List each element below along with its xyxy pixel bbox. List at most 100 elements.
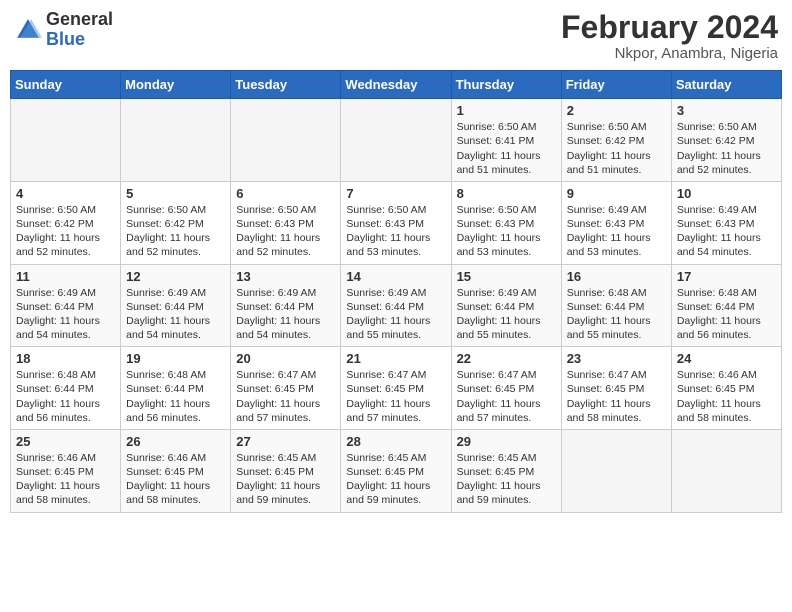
day-number: 12 <box>126 269 225 284</box>
day-info: Sunrise: 6:50 AM Sunset: 6:41 PM Dayligh… <box>457 120 556 177</box>
day-number: 20 <box>236 351 335 366</box>
calendar-cell <box>121 99 231 182</box>
day-number: 8 <box>457 186 556 201</box>
day-info: Sunrise: 6:46 AM Sunset: 6:45 PM Dayligh… <box>126 451 225 508</box>
day-number: 7 <box>346 186 445 201</box>
calendar-title: February 2024 <box>561 10 778 45</box>
day-number: 16 <box>567 269 666 284</box>
day-info: Sunrise: 6:50 AM Sunset: 6:43 PM Dayligh… <box>236 203 335 260</box>
day-info: Sunrise: 6:49 AM Sunset: 6:43 PM Dayligh… <box>567 203 666 260</box>
weekday-header-sunday: Sunday <box>11 71 121 99</box>
day-number: 23 <box>567 351 666 366</box>
weekday-header-wednesday: Wednesday <box>341 71 451 99</box>
day-number: 4 <box>16 186 115 201</box>
day-number: 27 <box>236 434 335 449</box>
calendar-cell <box>341 99 451 182</box>
day-number: 3 <box>677 103 776 118</box>
weekday-header-monday: Monday <box>121 71 231 99</box>
weekday-header-row: SundayMondayTuesdayWednesdayThursdayFrid… <box>11 71 782 99</box>
day-number: 2 <box>567 103 666 118</box>
week-row-2: 4 Sunrise: 6:50 AM Sunset: 6:42 PM Daylig… <box>11 181 782 264</box>
calendar-cell: 15 Sunrise: 6:49 AM Sunset: 6:44 PM Dayli… <box>451 264 561 347</box>
day-number: 24 <box>677 351 776 366</box>
calendar-cell <box>11 99 121 182</box>
calendar-table: SundayMondayTuesdayWednesdayThursdayFrid… <box>10 70 782 512</box>
day-info: Sunrise: 6:49 AM Sunset: 6:44 PM Dayligh… <box>16 286 115 343</box>
day-info: Sunrise: 6:48 AM Sunset: 6:44 PM Dayligh… <box>677 286 776 343</box>
day-number: 14 <box>346 269 445 284</box>
day-info: Sunrise: 6:47 AM Sunset: 6:45 PM Dayligh… <box>457 368 556 425</box>
calendar-cell: 5 Sunrise: 6:50 AM Sunset: 6:42 PM Daylig… <box>121 181 231 264</box>
day-info: Sunrise: 6:48 AM Sunset: 6:44 PM Dayligh… <box>126 368 225 425</box>
day-info: Sunrise: 6:49 AM Sunset: 6:43 PM Dayligh… <box>677 203 776 260</box>
logo: General Blue <box>14 10 113 50</box>
title-section: February 2024 Nkpor, Anambra, Nigeria <box>561 10 778 62</box>
day-number: 21 <box>346 351 445 366</box>
weekday-header-saturday: Saturday <box>671 71 781 99</box>
day-info: Sunrise: 6:50 AM Sunset: 6:42 PM Dayligh… <box>126 203 225 260</box>
logo-icon <box>14 16 42 44</box>
calendar-cell: 8 Sunrise: 6:50 AM Sunset: 6:43 PM Daylig… <box>451 181 561 264</box>
calendar-cell: 27Sunrise: 6:45 AM Sunset: 6:45 PM Dayli… <box>231 429 341 512</box>
calendar-cell: 17 Sunrise: 6:48 AM Sunset: 6:44 PM Dayli… <box>671 264 781 347</box>
day-number: 5 <box>126 186 225 201</box>
calendar-cell: 13 Sunrise: 6:49 AM Sunset: 6:44 PM Dayli… <box>231 264 341 347</box>
day-info: Sunrise: 6:49 AM Sunset: 6:44 PM Dayligh… <box>457 286 556 343</box>
day-number: 13 <box>236 269 335 284</box>
calendar-cell <box>231 99 341 182</box>
calendar-cell: 14 Sunrise: 6:49 AM Sunset: 6:44 PM Dayli… <box>341 264 451 347</box>
day-number: 1 <box>457 103 556 118</box>
day-number: 19 <box>126 351 225 366</box>
calendar-cell: 28 Sunrise: 6:45 AM Sunset: 6:45 PM Dayli… <box>341 429 451 512</box>
day-info: Sunrise: 6:47 AM Sunset: 6:45 PM Dayligh… <box>236 368 335 425</box>
day-number: 10 <box>677 186 776 201</box>
week-row-4: 18Sunrise: 6:48 AM Sunset: 6:44 PM Dayli… <box>11 347 782 430</box>
day-info: Sunrise: 6:49 AM Sunset: 6:44 PM Dayligh… <box>346 286 445 343</box>
calendar-subtitle: Nkpor, Anambra, Nigeria <box>561 45 778 62</box>
day-number: 29 <box>457 434 556 449</box>
day-number: 6 <box>236 186 335 201</box>
calendar-cell: 4Sunrise: 6:50 AM Sunset: 6:42 PM Daylig… <box>11 181 121 264</box>
calendar-cell: 12 Sunrise: 6:49 AM Sunset: 6:44 PM Dayli… <box>121 264 231 347</box>
day-info: Sunrise: 6:50 AM Sunset: 6:43 PM Dayligh… <box>457 203 556 260</box>
calendar-cell: 9 Sunrise: 6:49 AM Sunset: 6:43 PM Daylig… <box>561 181 671 264</box>
day-info: Sunrise: 6:49 AM Sunset: 6:44 PM Dayligh… <box>126 286 225 343</box>
day-number: 11 <box>16 269 115 284</box>
calendar-cell: 2 Sunrise: 6:50 AM Sunset: 6:42 PM Daylig… <box>561 99 671 182</box>
weekday-header-friday: Friday <box>561 71 671 99</box>
day-info: Sunrise: 6:47 AM Sunset: 6:45 PM Dayligh… <box>346 368 445 425</box>
calendar-cell: 22 Sunrise: 6:47 AM Sunset: 6:45 PM Dayli… <box>451 347 561 430</box>
calendar-cell: 16 Sunrise: 6:48 AM Sunset: 6:44 PM Dayli… <box>561 264 671 347</box>
calendar-cell: 10 Sunrise: 6:49 AM Sunset: 6:43 PM Dayli… <box>671 181 781 264</box>
day-info: Sunrise: 6:45 AM Sunset: 6:45 PM Dayligh… <box>457 451 556 508</box>
page-header: General Blue February 2024 Nkpor, Anambr… <box>10 10 782 62</box>
day-number: 28 <box>346 434 445 449</box>
day-number: 17 <box>677 269 776 284</box>
week-row-5: 25Sunrise: 6:46 AM Sunset: 6:45 PM Dayli… <box>11 429 782 512</box>
week-row-3: 11 Sunrise: 6:49 AM Sunset: 6:44 PM Dayli… <box>11 264 782 347</box>
day-number: 22 <box>457 351 556 366</box>
calendar-cell: 6 Sunrise: 6:50 AM Sunset: 6:43 PM Daylig… <box>231 181 341 264</box>
day-number: 15 <box>457 269 556 284</box>
calendar-cell: 21 Sunrise: 6:47 AM Sunset: 6:45 PM Dayli… <box>341 347 451 430</box>
calendar-cell: 25Sunrise: 6:46 AM Sunset: 6:45 PM Dayli… <box>11 429 121 512</box>
day-info: Sunrise: 6:50 AM Sunset: 6:42 PM Dayligh… <box>677 120 776 177</box>
calendar-cell: 19 Sunrise: 6:48 AM Sunset: 6:44 PM Dayli… <box>121 347 231 430</box>
day-info: Sunrise: 6:50 AM Sunset: 6:42 PM Dayligh… <box>567 120 666 177</box>
day-info: Sunrise: 6:45 AM Sunset: 6:45 PM Dayligh… <box>346 451 445 508</box>
day-info: Sunrise: 6:48 AM Sunset: 6:44 PM Dayligh… <box>567 286 666 343</box>
day-info: Sunrise: 6:46 AM Sunset: 6:45 PM Dayligh… <box>16 451 115 508</box>
logo-text: General Blue <box>46 10 113 50</box>
calendar-cell: 26Sunrise: 6:46 AM Sunset: 6:45 PM Dayli… <box>121 429 231 512</box>
day-info: Sunrise: 6:47 AM Sunset: 6:45 PM Dayligh… <box>567 368 666 425</box>
day-number: 9 <box>567 186 666 201</box>
calendar-cell: 7Sunrise: 6:50 AM Sunset: 6:43 PM Daylig… <box>341 181 451 264</box>
calendar-cell <box>561 429 671 512</box>
day-info: Sunrise: 6:49 AM Sunset: 6:44 PM Dayligh… <box>236 286 335 343</box>
calendar-cell: 18Sunrise: 6:48 AM Sunset: 6:44 PM Dayli… <box>11 347 121 430</box>
day-info: Sunrise: 6:48 AM Sunset: 6:44 PM Dayligh… <box>16 368 115 425</box>
weekday-header-thursday: Thursday <box>451 71 561 99</box>
calendar-cell: 1 Sunrise: 6:50 AM Sunset: 6:41 PM Daylig… <box>451 99 561 182</box>
calendar-cell: 29 Sunrise: 6:45 AM Sunset: 6:45 PM Dayli… <box>451 429 561 512</box>
calendar-cell: 24Sunrise: 6:46 AM Sunset: 6:45 PM Dayli… <box>671 347 781 430</box>
